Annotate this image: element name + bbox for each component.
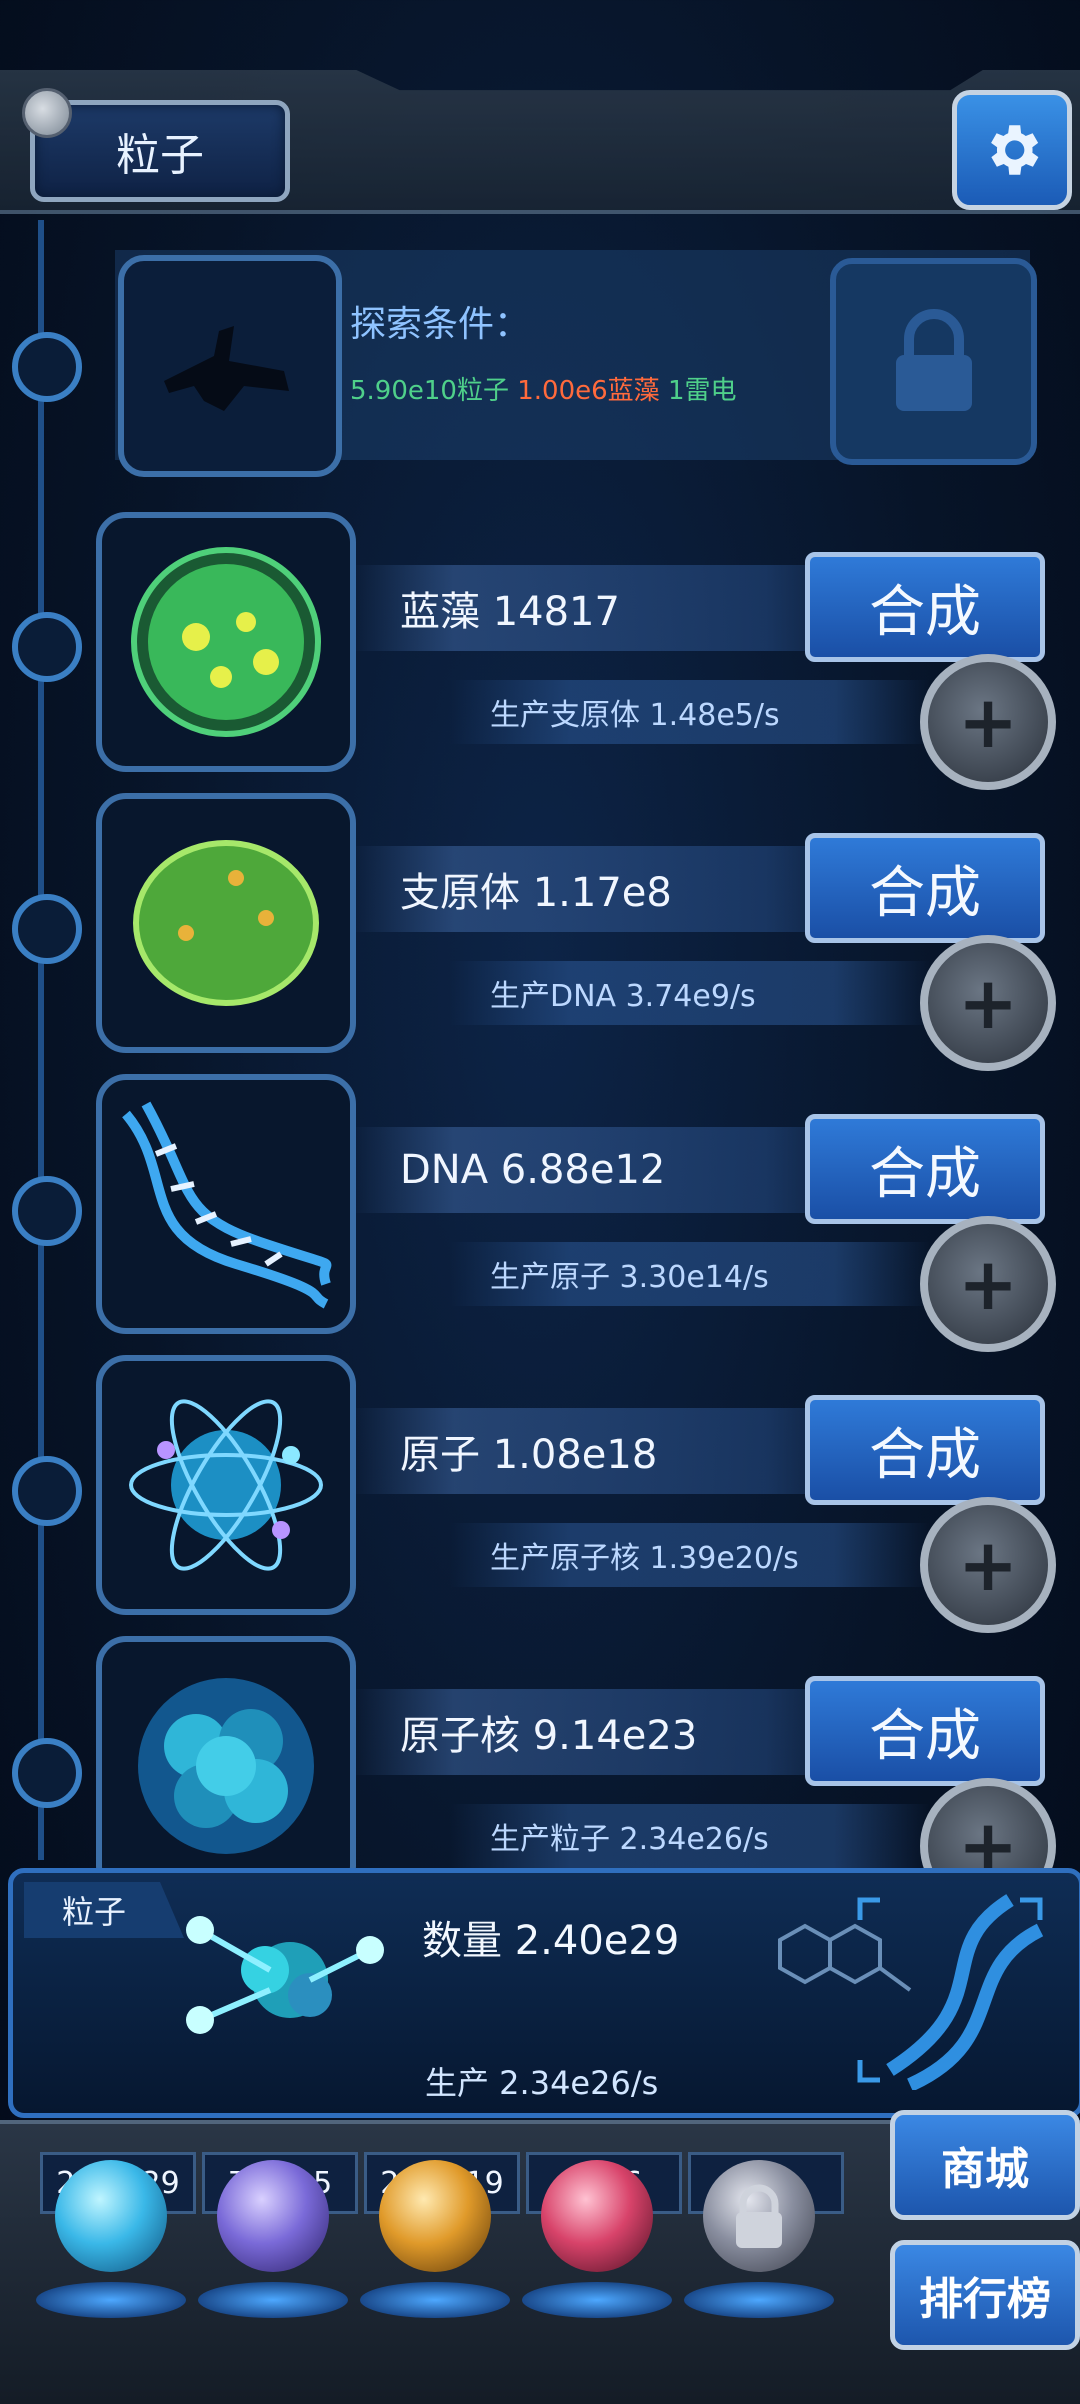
particle-cluster-icon [186, 1916, 384, 2034]
synthesize-button[interactable]: 合成 [805, 833, 1045, 943]
unlock-button[interactable] [830, 258, 1037, 465]
rail-node [12, 894, 82, 964]
dna-icon [122, 1101, 332, 1309]
orb-pedestal [522, 2282, 672, 2318]
dna-emblem-icon [857, 1894, 1044, 2090]
cyanobacteria-icon [131, 547, 321, 737]
lock-icon [736, 2184, 782, 2248]
upgrade-plus-button[interactable]: + [920, 1497, 1056, 1633]
particle-orb-icon[interactable] [55, 2160, 167, 2272]
fire-orb-icon[interactable] [379, 2160, 491, 2272]
upgrade-plus-button[interactable]: + [920, 1216, 1056, 1352]
upgrade-plus-button[interactable]: + [920, 935, 1056, 1071]
shop-button[interactable]: 商城 [890, 2110, 1080, 2220]
item-production-label: 生产DNA 3.74e9/s [450, 961, 930, 1025]
brain-orb-icon[interactable] [541, 2160, 653, 2272]
rail-node [12, 1738, 82, 1808]
item-thumbnail-mycoplasma [96, 793, 356, 1053]
gear-icon [991, 125, 1039, 175]
explore-condition-requirements: 5.90e10粒子 1.00e6蓝藻 1雷电 [350, 370, 737, 407]
synthesize-button[interactable]: 合成 [805, 1114, 1045, 1224]
item-name-label: 支原体 1.17e8 [350, 846, 870, 932]
rail-node [12, 1176, 82, 1246]
settings-button[interactable] [952, 90, 1072, 210]
locked-item-thumbnail [118, 255, 342, 477]
panel-tag: 粒子 [24, 1882, 184, 1938]
lock-icon [895, 308, 972, 411]
plus-icon: + [957, 680, 1019, 764]
particle-production: 生产 2.34e26/s [425, 2064, 659, 2102]
orb-pedestal [36, 2282, 186, 2318]
silhouette-icon [164, 326, 289, 411]
item-name-label: DNA 6.88e12 [350, 1127, 870, 1213]
synthesize-button[interactable]: 合成 [805, 1395, 1045, 1505]
plus-icon: + [957, 1242, 1019, 1326]
item-name-label: 原子核 9.14e23 [350, 1689, 870, 1775]
ranking-button[interactable]: 排行榜 [890, 2240, 1080, 2350]
item-production-label: 生产原子核 1.39e20/s [450, 1523, 930, 1587]
item-thumbnail-nucleus [96, 1636, 356, 1896]
item-production-label: 生产支原体 1.48e5/s [450, 680, 930, 744]
item-thumbnail-cyanobacteria [96, 512, 356, 772]
requirement-cyanobacteria: 1.00e6蓝藻 [517, 376, 660, 406]
synthesize-button[interactable]: 合成 [805, 1676, 1045, 1786]
item-name-label: 蓝藻 14817 [350, 565, 870, 651]
upgrade-plus-button[interactable]: + [920, 654, 1056, 790]
atom-icon [129, 1399, 323, 1571]
lightning-orb-icon[interactable] [217, 2160, 329, 2272]
rail-lock-node [12, 332, 82, 402]
requirement-particles: 5.90e10粒子 [350, 376, 509, 406]
locked-orb-icon[interactable] [703, 2160, 815, 2272]
item-thumbnail-atom [96, 1355, 356, 1615]
item-production-label: 生产粒子 2.34e26/s [450, 1804, 930, 1868]
mycoplasma-icon [133, 840, 319, 1006]
plus-icon: + [957, 1523, 1019, 1607]
item-thumbnail-dna [96, 1074, 356, 1334]
requirement-lightning: 1雷电 [667, 376, 737, 406]
explore-condition-title: 探索条件： [350, 304, 531, 345]
item-production-label: 生产原子 3.30e14/s [450, 1242, 930, 1306]
rail-node [12, 1456, 82, 1526]
synthesize-button[interactable]: 合成 [805, 552, 1045, 662]
nucleus-icon [138, 1678, 314, 1854]
rail-node [12, 612, 82, 682]
plus-icon: + [957, 961, 1019, 1045]
orb-pedestal [198, 2282, 348, 2318]
orb-pedestal [684, 2282, 834, 2318]
item-name-label: 原子 1.08e18 [350, 1408, 870, 1494]
particle-count: 数量 2.40e29 [422, 1918, 680, 1964]
screw-icon [22, 88, 72, 138]
progress-rail [38, 220, 44, 1860]
orb-pedestal [360, 2282, 510, 2318]
